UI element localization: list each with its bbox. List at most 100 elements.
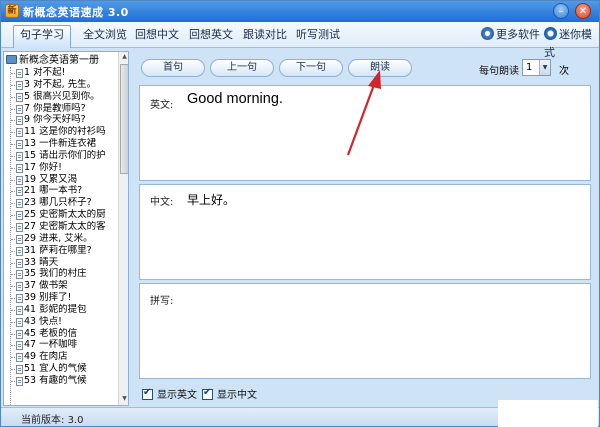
tab-recall-chinese[interactable]: 回想中文: [129, 26, 185, 46]
tree-item-label: 25 史密斯太太的厨: [24, 209, 106, 221]
chinese-label: 中文:: [150, 197, 174, 208]
tree-item-label: 35 我们的村庄: [24, 268, 87, 280]
tree-item-label: 51 宜人的气候: [24, 363, 87, 375]
tree-item[interactable]: 27 史密斯太太的客: [4, 221, 116, 233]
tree-item-label: 39 别摔了!: [24, 292, 72, 304]
tree-item-label: 17 你好!: [24, 161, 62, 173]
tree-item[interactable]: 11 这是你的衬衫吗: [4, 126, 116, 138]
show-chinese-checkbox[interactable]: 显示中文: [202, 386, 257, 401]
tree-item-label: 15 请出示你们的护: [24, 149, 106, 161]
tree-item[interactable]: 31 萨莉在哪里?: [4, 245, 116, 257]
tab-full-text[interactable]: 全文浏览: [77, 26, 133, 46]
tree-item-label: 13 一件新连衣裙: [24, 138, 97, 150]
chevron-down-icon[interactable]: ▼: [539, 60, 550, 75]
tree-item[interactable]: 35 我们的村庄: [4, 268, 116, 280]
tree-item-label: 5 很高兴见到你。: [24, 90, 100, 102]
english-sentence: Good morning.: [187, 91, 283, 107]
tab-recall-english[interactable]: 回想英文: [183, 26, 239, 46]
tab-follow-read[interactable]: 跟读对比: [237, 26, 293, 46]
tree-item-label: 41 彭妮的提包: [24, 303, 87, 315]
tree-item[interactable]: 39 别摔了!: [4, 292, 116, 304]
tree-item-label: 53 有趣的气候: [24, 374, 87, 386]
tree-item[interactable]: 21 哪一本书?: [4, 185, 116, 197]
read-aloud-button[interactable]: 朗读: [348, 59, 412, 77]
tree-item-label: 49 在肉店: [24, 351, 68, 363]
tree-item[interactable]: 15 请出示你们的护: [4, 150, 116, 162]
next-sentence-button[interactable]: 下一句: [279, 59, 343, 77]
tree-item[interactable]: 49 在肉店: [4, 351, 116, 363]
document-icon: [16, 187, 23, 197]
tree-item[interactable]: 1 对不起!: [4, 67, 116, 79]
english-label: 英文:: [150, 100, 174, 111]
show-english-checkbox[interactable]: 显示英文: [142, 386, 197, 401]
document-icon: [16, 376, 23, 386]
tree-item[interactable]: 37 做书架: [4, 280, 116, 292]
tree-item[interactable]: 23 哪几只杯子?: [4, 197, 116, 209]
book-icon: [6, 55, 17, 64]
tree-item[interactable]: 45 老板的信: [4, 328, 116, 340]
tree-item[interactable]: 29 进来, 艾米。: [4, 233, 116, 245]
tree-item[interactable]: 51 宜人的气候: [4, 363, 116, 375]
tree-item[interactable]: 47 一杯咖啡: [4, 339, 116, 351]
checkbox-checked-icon[interactable]: [202, 387, 213, 400]
document-icon: [16, 329, 23, 339]
tree-item-label: 7 你是教师吗?: [24, 102, 86, 114]
spelling-label: 拼写:: [150, 296, 174, 307]
prev-sentence-button[interactable]: 上一句: [210, 59, 274, 77]
document-icon: [16, 282, 23, 292]
app-logo-icon: 新: [5, 4, 19, 18]
version-status: 当前版本: 3.0: [21, 411, 83, 426]
lesson-tree[interactable]: 新概念英语第一册 1 对不起! 3 对不起, 先生。 5 很高兴见到你。 7 你是教师…: [3, 51, 129, 406]
document-icon: [16, 163, 23, 173]
close-button[interactable]: ✕: [575, 3, 591, 19]
tree-root-label: 新概念英语第一册: [19, 55, 99, 66]
menu-bar: 句子学习 全文浏览 回想中文 回想英文 跟读对比 听写测试 更多软件 迷你模式: [1, 22, 599, 59]
tree-item[interactable]: 9 你今天好吗?: [4, 114, 116, 126]
clock-icon: [544, 27, 557, 40]
gear-icon: [481, 27, 494, 40]
document-icon: [16, 258, 23, 268]
tree-item[interactable]: 5 很高兴见到你。: [4, 91, 116, 103]
spelling-panel[interactable]: 拼写:: [139, 283, 591, 379]
per-read-select[interactable]: 1 ▼: [522, 59, 551, 76]
tree-item[interactable]: 53 有趣的气候: [4, 375, 116, 387]
checkbox-checked-icon[interactable]: [142, 387, 153, 400]
scroll-down-icon[interactable]: ▼: [120, 394, 128, 404]
tab-sentence-study[interactable]: 句子学习: [13, 25, 71, 48]
tree-item-label: 1 对不起!: [24, 67, 66, 78]
document-icon: [16, 270, 23, 280]
tree-item[interactable]: 13 一件新连衣裙: [4, 138, 116, 150]
more-software-link[interactable]: 更多软件: [481, 26, 540, 44]
scroll-up-icon[interactable]: ▲: [120, 52, 128, 62]
more-software-label: 更多软件: [496, 28, 540, 41]
tree-scrollbar[interactable]: ▲ ▼: [118, 52, 128, 405]
document-icon: [16, 317, 23, 327]
tab-dictation-test[interactable]: 听写测试: [290, 26, 346, 46]
tree-item[interactable]: 43 快点!: [4, 316, 116, 328]
tree-item-label: 19 又累又渴: [24, 173, 78, 185]
corner-blank: [498, 400, 598, 427]
minimize-button[interactable]: –: [553, 3, 569, 19]
scrollbar-thumb[interactable]: [120, 64, 128, 174]
tree-item[interactable]: 19 又累又渴: [4, 174, 116, 186]
mini-mode-link[interactable]: 迷你模式: [544, 26, 599, 59]
first-sentence-button[interactable]: 首句: [141, 59, 205, 77]
tree-root[interactable]: 新概念英语第一册: [6, 54, 99, 67]
document-icon: [16, 365, 23, 375]
document-icon: [16, 175, 23, 185]
tree-item[interactable]: 3 对不起, 先生。: [4, 79, 116, 91]
tree-item-label: 21 哪一本书?: [24, 185, 83, 197]
tree-item[interactable]: 17 你好!: [4, 162, 116, 174]
tree-item-label: 27 史密斯太太的客: [24, 220, 106, 232]
document-icon: [16, 69, 23, 78]
document-icon: [16, 305, 23, 315]
show-chinese-label: 显示中文: [217, 390, 257, 401]
tree-item[interactable]: 7 你是教师吗?: [4, 103, 116, 115]
tree-item[interactable]: 25 史密斯太太的厨: [4, 209, 116, 221]
document-icon: [16, 128, 23, 138]
tree-item[interactable]: 41 彭妮的提包: [4, 304, 116, 316]
tree-item-label: 37 做书架: [24, 280, 68, 292]
tree-item-label: 29 进来, 艾米。: [24, 232, 93, 244]
tree-item-label: 45 老板的信: [24, 327, 78, 339]
tree-item[interactable]: 33 晴天: [4, 257, 116, 269]
